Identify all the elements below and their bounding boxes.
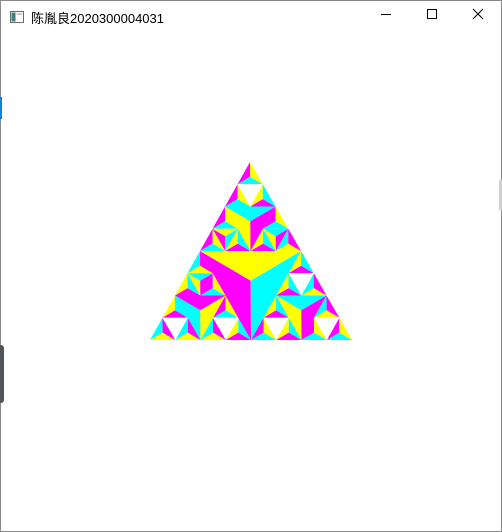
triangle-fractal xyxy=(150,162,352,340)
sierpinski-triangle-drawing xyxy=(150,162,352,340)
